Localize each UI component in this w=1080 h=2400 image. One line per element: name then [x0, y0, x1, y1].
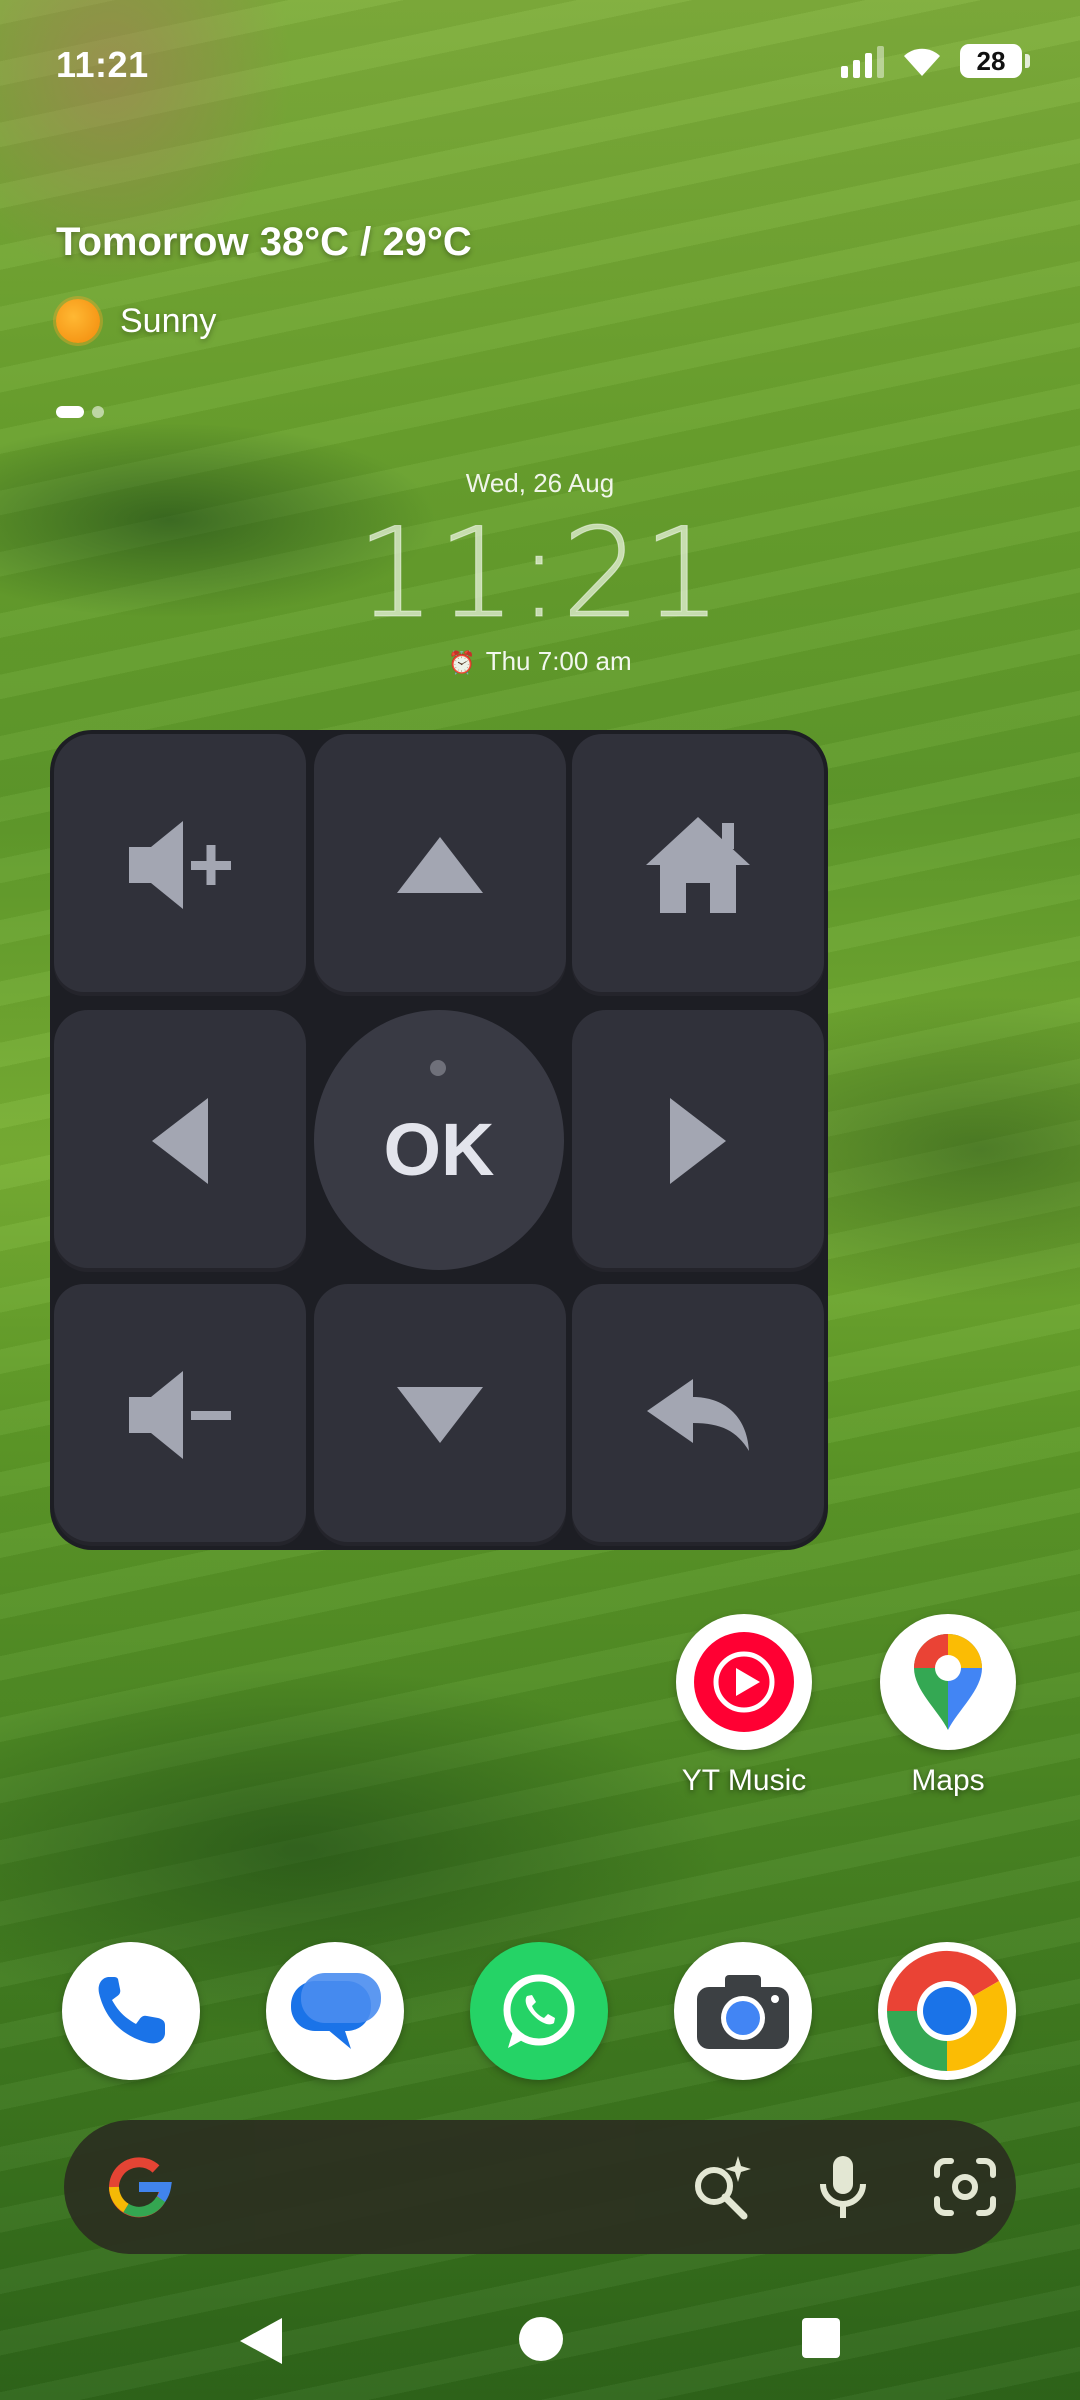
microphone-icon	[820, 2156, 866, 2218]
up-button[interactable]	[314, 734, 566, 996]
maps-icon	[880, 1614, 1016, 1750]
arrow-right-icon	[670, 1098, 726, 1184]
app-label: Maps	[911, 1764, 985, 1797]
google-g-icon	[109, 2157, 172, 2218]
lens-icon	[934, 2158, 996, 2216]
phone-icon[interactable]	[62, 1942, 200, 2080]
ai-search-button[interactable]	[684, 2150, 758, 2224]
status-icons: 28	[841, 44, 1030, 78]
ok-indicator-dot	[430, 1060, 446, 1076]
clock-alarm: ⏰ Thu 7:00 am	[0, 646, 1080, 677]
weather-condition-row: Sunny	[56, 299, 472, 343]
navigation-bar	[0, 2290, 1080, 2400]
ok-button[interactable]: OK	[314, 1010, 564, 1270]
weather-forecast: Tomorrow 38°C / 29°C	[56, 220, 472, 264]
status-time: 11:21	[56, 44, 149, 85]
voice-search-button[interactable]	[806, 2150, 880, 2224]
recents-icon[interactable]	[800, 2316, 842, 2360]
page-indicator	[56, 406, 104, 418]
clock-time: 11:21	[356, 502, 724, 647]
alarm-icon: ⏰	[448, 650, 476, 675]
arrow-down-icon	[397, 1387, 483, 1443]
messages-icon[interactable]	[266, 1942, 404, 2080]
volume-down-button[interactable]	[54, 1284, 306, 1546]
google-search-bar[interactable]	[64, 2120, 1016, 2254]
left-button[interactable]	[54, 1010, 306, 1272]
sun-icon	[56, 299, 100, 343]
wifi-icon	[904, 48, 940, 76]
battery-icon: 28	[960, 44, 1030, 78]
volume-down-icon	[129, 1371, 231, 1459]
whatsapp-icon[interactable]	[470, 1942, 608, 2080]
remote-control-widget: OK	[50, 730, 828, 1550]
camera-icon[interactable]	[674, 1942, 812, 2080]
weather-condition: Sunny	[120, 301, 217, 340]
arrow-up-icon	[397, 837, 483, 893]
home-button[interactable]	[572, 734, 824, 996]
clock-date: Wed, 26 Aug	[465, 468, 615, 498]
arrow-left-icon	[152, 1098, 208, 1184]
down-button[interactable]	[314, 1284, 566, 1546]
home-icon	[646, 817, 750, 913]
status-bar: 11:21 28	[0, 0, 1080, 130]
signal-icon	[841, 44, 884, 78]
right-button[interactable]	[572, 1010, 824, 1272]
ok-label: OK	[383, 1107, 495, 1191]
ai-search-icon	[695, 2156, 751, 2220]
home-icon[interactable]	[518, 2316, 564, 2362]
page-dot-active	[56, 406, 84, 418]
chrome-icon[interactable]	[878, 1942, 1016, 2080]
app-maps[interactable]: Maps	[878, 1614, 1018, 1798]
weather-widget[interactable]: Tomorrow 38°C / 29°C Sunny	[56, 220, 472, 343]
battery-level: 28	[960, 44, 1022, 78]
app-yt-music[interactable]: YT Music	[674, 1614, 814, 1798]
volume-up-icon	[129, 821, 231, 909]
back-arrow-icon	[647, 1379, 749, 1451]
yt-music-icon	[676, 1614, 812, 1750]
back-button[interactable]	[572, 1284, 824, 1546]
app-label: YT Music	[681, 1764, 807, 1797]
lens-button[interactable]	[928, 2150, 1002, 2224]
volume-up-button[interactable]	[54, 734, 306, 996]
page-dot	[92, 406, 104, 418]
back-icon[interactable]	[238, 2316, 284, 2366]
alarm-time: Thu 7:00 am	[485, 646, 632, 676]
